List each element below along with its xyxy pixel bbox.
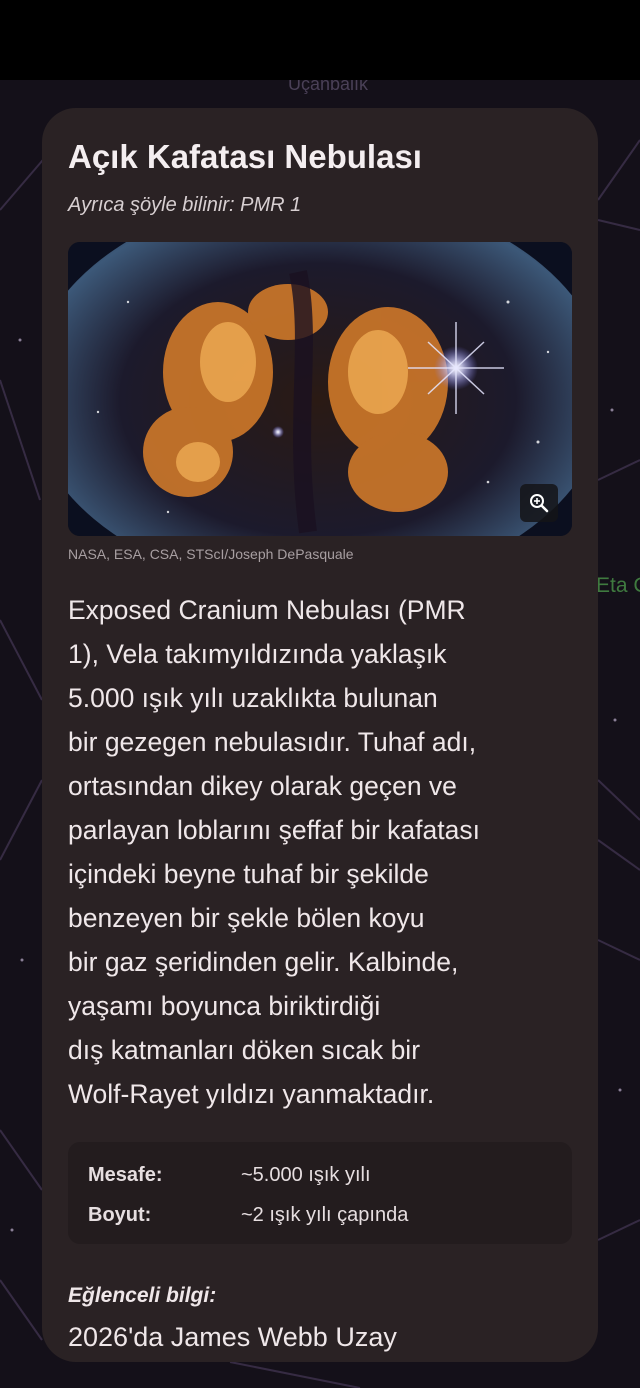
description-line: içindeki beyne tuhaf bir şekilde xyxy=(68,859,429,889)
object-info-card: Açık Kafatası Nebulası Ayrıca şöyle bili… xyxy=(42,108,598,1362)
image-credit: NASA, ESA, CSA, STScI/Joseph DePasquale xyxy=(68,546,354,562)
description-line: bir gaz şeridinden gelir. Kalbinde, xyxy=(68,947,459,977)
description-line: parlayan loblarını şeffaf bir kafatası xyxy=(68,815,480,845)
description-line: ortasından dikey olarak geçen ve xyxy=(68,771,457,801)
fun-fact-text: 2026'da James Webb Uzay xyxy=(68,1322,397,1352)
zoom-image-button[interactable] xyxy=(520,484,558,522)
distance-value: ~5.000 ışık yılı xyxy=(241,1164,371,1186)
background-star-label[interactable]: Eta C xyxy=(596,574,640,598)
description-line: Exposed Cranium Nebulası (PMR xyxy=(68,595,466,625)
distance-label: Mesafe: xyxy=(88,1164,163,1186)
description-line: 1), Vela takımyıldızında yaklaşık xyxy=(68,639,447,669)
object-description: Exposed Cranium Nebulası (PMR 1), Vela t… xyxy=(68,588,578,1116)
also-known-as: Ayrıca şöyle bilinir: PMR 1 xyxy=(68,194,302,216)
status-bar xyxy=(0,0,640,80)
description-line: benzeyen bir şekle bölen koyu xyxy=(68,903,425,933)
description-line: 5.000 ışık yılı uzaklıkta bulunan xyxy=(68,683,438,713)
description-line: bir gezegen nebulasıdır. Tuhaf adı, xyxy=(68,727,477,757)
stats-table: Mesafe: ~5.000 ışık yılı Boyut: ~2 ışık … xyxy=(68,1142,572,1244)
size-value: ~2 ışık yılı çapında xyxy=(241,1204,409,1226)
size-label: Boyut: xyxy=(88,1204,152,1226)
fun-fact-label: Eğlenceli bilgi: xyxy=(68,1284,217,1307)
nebula-image[interactable] xyxy=(68,242,572,536)
description-line: dış katmanları döken sıcak bir xyxy=(68,1035,421,1065)
object-title: Açık Kafatası Nebulası xyxy=(68,138,422,175)
description-line: yaşamı boyunca biriktirdiği xyxy=(68,991,381,1021)
description-line: Wolf-Rayet yıldızı yanmaktadır. xyxy=(68,1079,435,1109)
zoom-in-icon xyxy=(530,494,549,513)
